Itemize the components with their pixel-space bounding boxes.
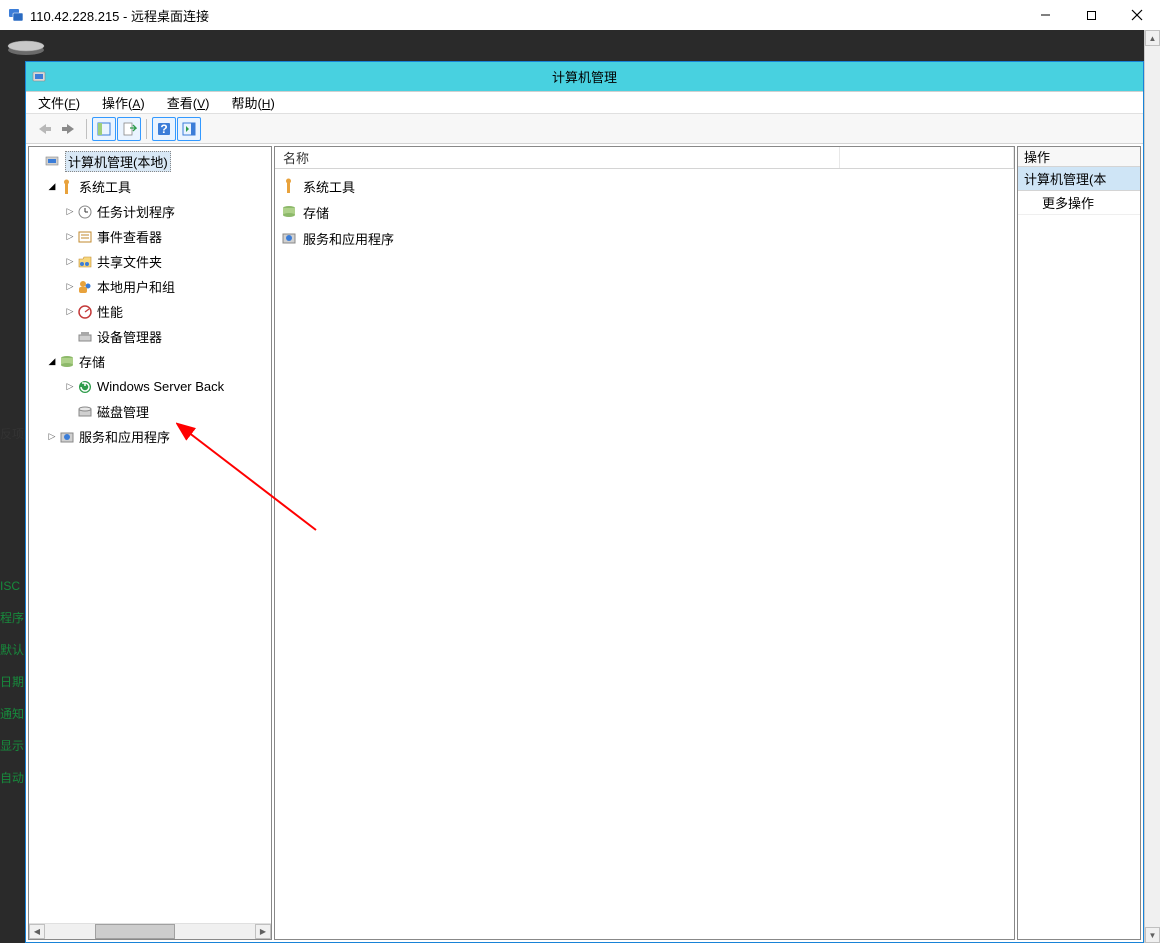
svg-text:?: ? <box>160 122 167 136</box>
rdp-body: 反项 ISC 程序 默认 日期 通知 显示 自动 计算机管理 文件(F) 操作(… <box>0 30 1160 943</box>
tree-label: 磁盘管理 <box>97 402 149 421</box>
menu-view[interactable]: 查看(V) <box>161 91 216 114</box>
cm-titlebar[interactable]: 计算机管理 <box>26 62 1143 92</box>
bg-row: 程序 <box>0 602 25 634</box>
tree-label: 系统工具 <box>79 177 131 196</box>
tree-label: 计算机管理(本地) <box>65 151 171 172</box>
bg-row: 日期 <box>0 666 25 698</box>
rdp-titlebar: 110.42.228.215 - 远程桌面连接 <box>0 0 1160 30</box>
rdp-vertical-scrollbar[interactable]: ▲ ▼ <box>1144 30 1160 943</box>
tree-device-manager[interactable]: 设备管理器 <box>29 324 271 349</box>
menu-file[interactable]: 文件(F) <box>32 91 86 114</box>
tree-label: 存储 <box>79 352 105 371</box>
help-button[interactable]: ? <box>152 117 176 141</box>
menu-help[interactable]: 帮助(H) <box>225 91 280 114</box>
tree-label: 任务计划程序 <box>97 202 175 221</box>
back-button[interactable] <box>32 117 56 141</box>
scroll-up-button[interactable]: ▲ <box>1145 30 1160 46</box>
background-text-peek: 反项 ISC 程序 默认 日期 通知 显示 自动 <box>0 418 25 794</box>
tree-local-users[interactable]: ▷ 本地用户和组 <box>29 274 271 299</box>
storage-icon <box>281 204 297 220</box>
tree-task-scheduler[interactable]: ▷ 任务计划程序 <box>29 199 271 224</box>
tree-performance[interactable]: ▷ 性能 <box>29 299 271 324</box>
bg-row: 反项 <box>0 418 25 450</box>
action-section-title[interactable]: 计算机管理(本 <box>1018 167 1140 191</box>
tree-label: 设备管理器 <box>97 327 162 346</box>
bg-row: 显示 <box>0 730 25 762</box>
computer-icon <box>45 154 61 170</box>
bg-row: 通知 <box>0 698 25 730</box>
shared-folder-icon <box>77 254 93 270</box>
services-icon <box>59 429 75 445</box>
tree-disk-management[interactable]: 磁盘管理 <box>29 399 271 424</box>
tree-label: 性能 <box>97 302 123 321</box>
tree-windows-server-backup[interactable]: ▷ Windows Server Back <box>29 374 271 399</box>
bg-row: 自动 <box>0 762 25 794</box>
list-item-services-apps[interactable]: 服务和应用程序 <box>277 225 1012 251</box>
list-pane: 名称 系统工具 存储 服务和应用程序 <box>274 146 1015 940</box>
cm-window-icon <box>32 69 48 85</box>
list-item-label: 服务和应用程序 <box>303 229 394 248</box>
tree-services-apps[interactable]: ▷ 服务和应用程序 <box>29 424 271 449</box>
toolbar: ? <box>26 114 1143 144</box>
users-icon <box>77 279 93 295</box>
scroll-left-button[interactable]: ◀ <box>29 924 45 939</box>
tree-label: 共享文件夹 <box>97 252 162 271</box>
tree-label: 服务和应用程序 <box>79 427 170 446</box>
disk-icon <box>6 36 46 56</box>
menubar: 文件(F) 操作(A) 查看(V) 帮助(H) <box>26 92 1143 114</box>
rdp-title: 110.42.228.215 - 远程桌面连接 <box>30 6 209 25</box>
list-item-storage[interactable]: 存储 <box>277 199 1012 225</box>
maximize-button[interactable] <box>1068 0 1114 30</box>
export-list-button[interactable] <box>117 117 141 141</box>
tools-icon <box>59 179 75 195</box>
bg-row: ISC <box>0 570 25 602</box>
disk-icon <box>77 404 93 420</box>
scroll-right-button[interactable]: ▶ <box>255 924 271 939</box>
computer-management-window: 计算机管理 文件(F) 操作(A) 查看(V) 帮助(H) <box>25 61 1144 943</box>
list-header: 名称 <box>275 147 1014 169</box>
rdp-icon <box>8 7 24 23</box>
tree-label: 事件查看器 <box>97 227 162 246</box>
action-more-actions[interactable]: 更多操作 <box>1018 191 1140 215</box>
menu-action[interactable]: 操作(A) <box>96 91 151 114</box>
event-icon <box>77 229 93 245</box>
backup-icon <box>77 379 93 395</box>
bg-row: 默认 <box>0 634 25 666</box>
minimize-button[interactable] <box>1022 0 1068 30</box>
device-icon <box>77 329 93 345</box>
performance-icon <box>77 304 93 320</box>
list-item-label: 存储 <box>303 203 329 222</box>
tree-shared-folders[interactable]: ▷ 共享文件夹 <box>29 249 271 274</box>
storage-icon <box>59 354 75 370</box>
cm-title: 计算机管理 <box>26 67 1143 86</box>
tree-storage[interactable]: ◢ 存储 <box>29 349 271 374</box>
show-hide-tree-button[interactable] <box>92 117 116 141</box>
clock-icon <box>77 204 93 220</box>
forward-button[interactable] <box>57 117 81 141</box>
tree-pane: 计算机管理(本地) ◢ 系统工具 ▷ 任务计划程序 ▷ <box>28 146 272 940</box>
list-item-system-tools[interactable]: 系统工具 <box>277 173 1012 199</box>
list-item-label: 系统工具 <box>303 177 355 196</box>
column-header-2[interactable] <box>840 147 1014 168</box>
scroll-thumb[interactable] <box>95 924 175 939</box>
action-pane-header: 操作 <box>1018 147 1140 167</box>
tree-system-tools[interactable]: ◢ 系统工具 <box>29 174 271 199</box>
tree-horizontal-scrollbar[interactable]: ◀ ▶ <box>29 923 271 939</box>
remote-taskbar-strip <box>0 30 1160 61</box>
column-name-header[interactable]: 名称 <box>275 147 840 168</box>
tree-event-viewer[interactable]: ▷ 事件查看器 <box>29 224 271 249</box>
action-pane: 操作 计算机管理(本 更多操作 <box>1017 146 1141 940</box>
show-hide-action-pane-button[interactable] <box>177 117 201 141</box>
tree-label: 本地用户和组 <box>97 277 175 296</box>
tools-icon <box>281 178 297 194</box>
scroll-down-button[interactable]: ▼ <box>1145 927 1160 943</box>
close-button[interactable] <box>1114 0 1160 30</box>
tree-root-computer-management[interactable]: 计算机管理(本地) <box>29 149 271 174</box>
services-icon <box>281 230 297 246</box>
tree-label: Windows Server Back <box>97 379 224 394</box>
